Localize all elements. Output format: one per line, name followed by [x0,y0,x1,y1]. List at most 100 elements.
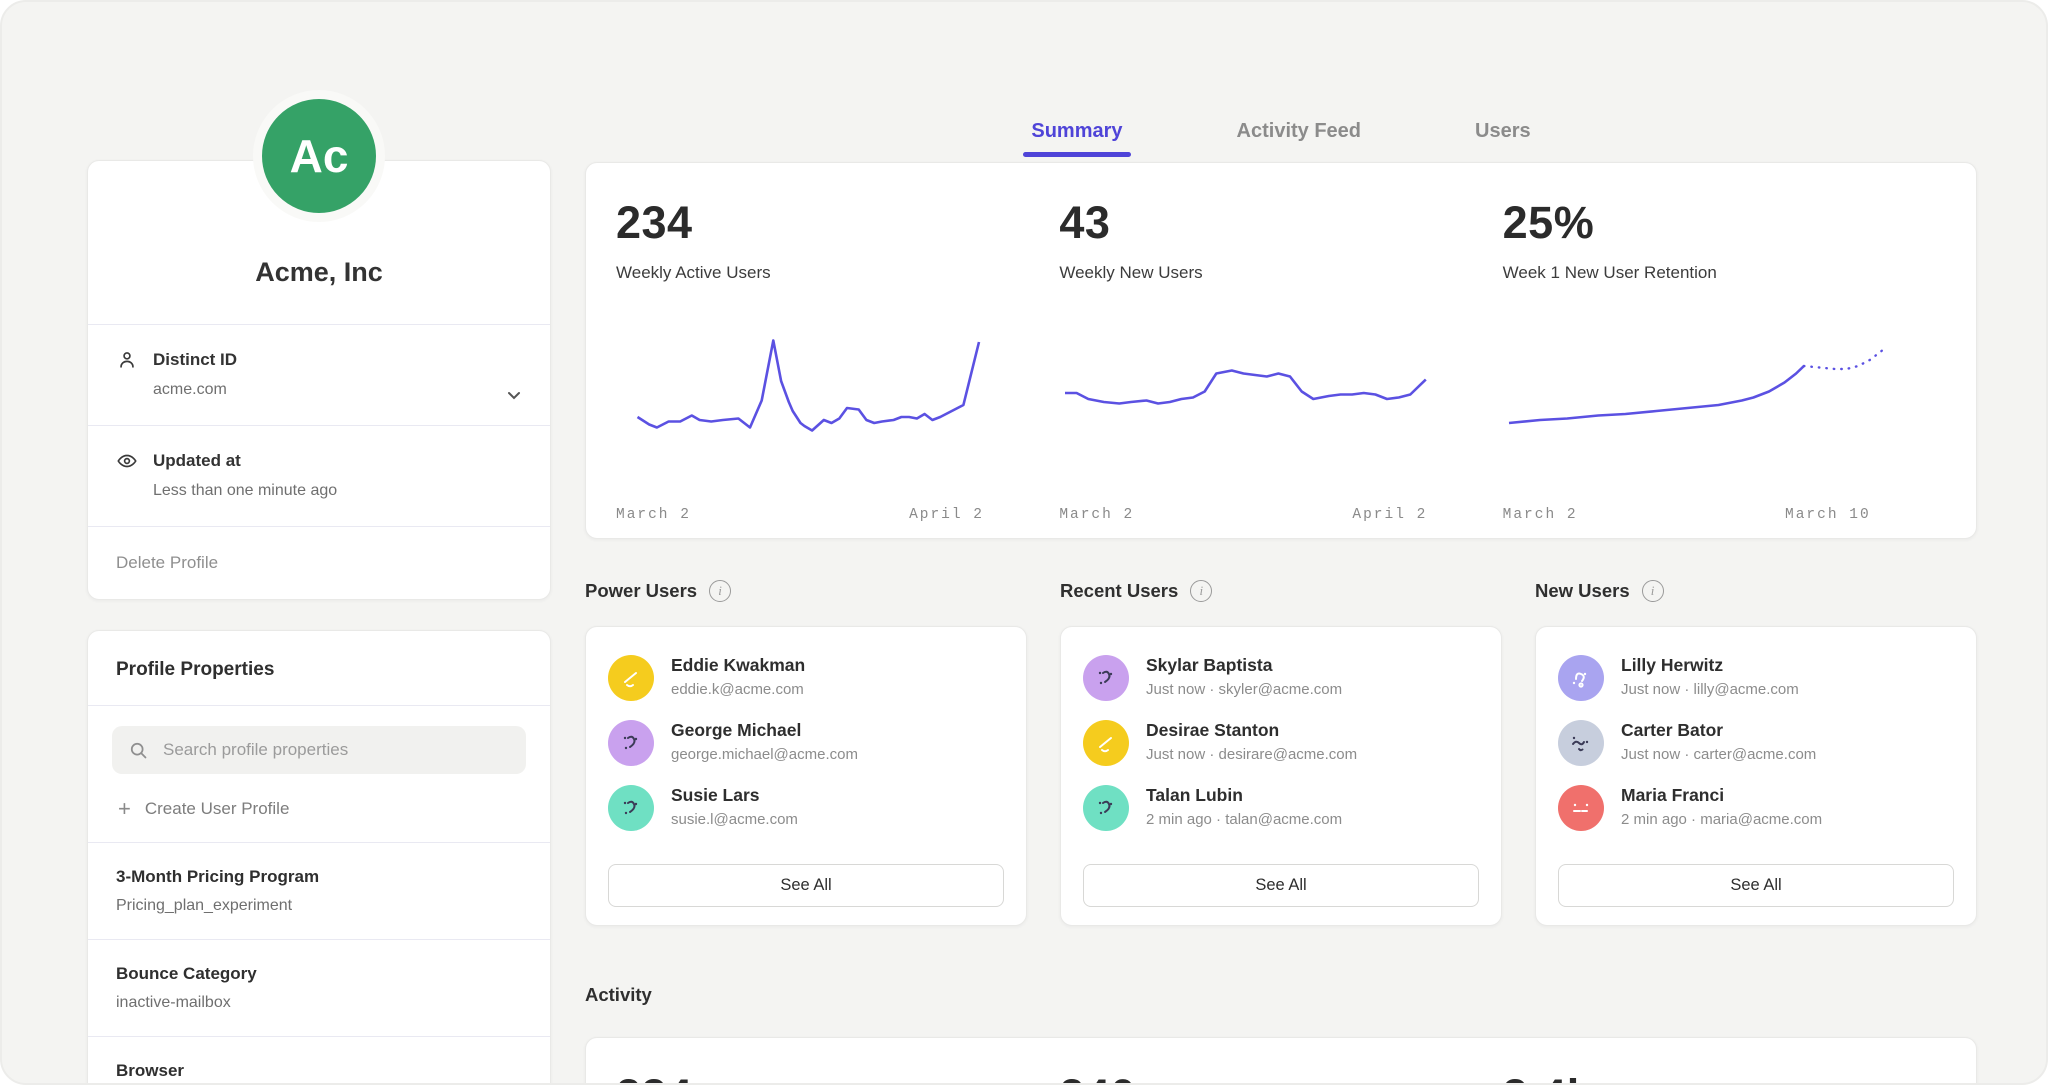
stat-week1-retention: 25% Week 1 New User Retention March 2 Ma… [1503,197,1946,523]
user-row[interactable]: Desirae Stanton Just now · desirare@acme… [1083,720,1479,766]
property-item: 3-Month Pricing Program Pricing_plan_exp… [88,843,550,939]
distinct-id-label: Distinct ID [153,350,237,370]
user-detail: susie.l@acme.com [671,811,798,828]
stat-value: 234 [616,197,1059,249]
user-name: Eddie Kwakman [671,655,805,676]
user-name: George Michael [671,720,858,741]
sparkline-chart [1059,321,1459,487]
user-row[interactable]: George Michael george.michael@acme.com [608,720,1004,766]
sidebar: Ac Acme, Inc Distinct ID acme.com [87,2,551,1085]
see-all-button[interactable]: See All [1558,864,1954,907]
user-detail: 2 min ago · maria@acme.com [1621,811,1822,828]
user-name: Susie Lars [671,785,798,806]
user-row[interactable]: Talan Lubin 2 min ago · talan@acme.com [1083,785,1479,831]
plus-icon: + [118,798,131,820]
x-tick-end: April 2 [1352,507,1427,523]
eye-icon [116,450,138,472]
chevron-down-icon[interactable] [504,385,524,410]
stat-weekly-active-users: 234 Weekly Active Users March 2 April 2 [616,197,1059,523]
property-label: 3-Month Pricing Program [116,867,522,887]
see-all-button[interactable]: See All [1083,864,1479,907]
org-avatar-initials: Ac [290,129,349,183]
updated-at-label: Updated at [153,451,241,471]
info-icon[interactable]: i [1642,580,1664,602]
property-item: Bounce Category inactive-mailbox [88,940,550,1036]
x-axis: March 2 March 10 [1503,507,1871,523]
user-detail: george.michael@acme.com [671,746,858,763]
user-name: Carter Bator [1621,720,1816,741]
user-avatar [608,720,654,766]
property-value: inactive-mailbox [116,994,522,1012]
user-avatar [608,655,654,701]
stat-weekly-new-users: 43 Weekly New Users March 2 April 2 [1059,197,1502,523]
sparkline-chart [616,321,1016,487]
user-detail: Just now · skyler@acme.com [1146,681,1342,698]
org-avatar: Ac [253,90,385,222]
org-avatar-wrap: Ac [253,90,385,222]
property-label: Browser [116,1061,522,1081]
stat-label: Week 1 New User Retention [1503,263,1946,283]
user-avatar [1083,785,1129,831]
user-avatar [1558,655,1604,701]
user-detail: Just now · lilly@acme.com [1621,681,1799,698]
section-title: New Users [1535,580,1630,602]
activity-stat: 234 [616,1070,1059,1085]
summary-stats-card: 234 Weekly Active Users March 2 April 2 … [585,162,1977,539]
profile-card: Acme, Inc Distinct ID acme.com [87,160,551,600]
user-detail: eddie.k@acme.com [671,681,805,698]
power-users-section: Power Users i Eddie Kwakman eddie.k@acme… [585,580,1027,926]
section-title: Power Users [585,580,697,602]
user-avatar [1558,720,1604,766]
tab-activity-feed[interactable]: Activity Feed [1231,120,1367,155]
tab-users[interactable]: Users [1469,120,1537,155]
user-row[interactable]: Eddie Kwakman eddie.k@acme.com [608,655,1004,701]
updated-at-row: Updated at Less than one minute ago [88,426,550,526]
activity-card: 234 240 3.4k [585,1037,1977,1085]
search-input[interactable] [161,739,510,761]
stat-value: 240 [1059,1070,1502,1085]
property-label: Bounce Category [116,964,522,984]
user-row[interactable]: Skylar Baptista Just now · skyler@acme.c… [1083,655,1479,701]
user-name: Desirae Stanton [1146,720,1357,741]
user-row[interactable]: Carter Bator Just now · carter@acme.com [1558,720,1954,766]
property-value: Pricing_plan_experiment [116,897,522,915]
app-frame: Ac Acme, Inc Distinct ID acme.com [0,0,2048,1085]
sparkline-chart [1503,321,1903,487]
x-axis: March 2 April 2 [1059,507,1427,523]
x-tick-end: March 10 [1785,507,1871,523]
info-icon[interactable]: i [1190,580,1212,602]
stat-value: 43 [1059,197,1502,249]
stat-value: 25% [1503,197,1946,249]
recent-users-section: Recent Users i Skylar Baptista Just now … [1060,580,1502,926]
stat-label: Weekly Active Users [616,263,1059,283]
activity-stat: 240 [1059,1070,1502,1085]
user-row[interactable]: Maria Franci 2 min ago · maria@acme.com [1558,785,1954,831]
new-users-card: Lilly Herwitz Just now · lilly@acme.com … [1535,626,1977,926]
tab-summary[interactable]: Summary [1025,120,1128,155]
divider [88,705,550,706]
user-detail: Just now · carter@acme.com [1621,746,1816,763]
search-icon [128,740,149,761]
distinct-id-row[interactable]: Distinct ID acme.com [88,325,550,425]
create-user-profile-label: Create User Profile [145,799,290,819]
delete-profile-button[interactable]: Delete Profile [88,527,550,599]
user-row[interactable]: Susie Lars susie.l@acme.com [608,785,1004,831]
property-item: Browser Chrome [88,1037,550,1085]
recent-users-card: Skylar Baptista Just now · skyler@acme.c… [1060,626,1502,926]
x-tick-start: March 2 [1059,507,1134,523]
person-icon [116,349,138,371]
x-tick-start: March 2 [616,507,691,523]
see-all-button[interactable]: See All [608,864,1004,907]
search-profile-properties[interactable] [112,726,526,774]
new-users-section: New Users i Lilly Herwitz Just now · lil… [1535,580,1977,926]
create-user-profile-button[interactable]: + Create User Profile [88,780,550,842]
user-row[interactable]: Lilly Herwitz Just now · lilly@acme.com [1558,655,1954,701]
info-icon[interactable]: i [709,580,731,602]
user-avatar [1558,785,1604,831]
power-users-card: Eddie Kwakman eddie.k@acme.com George Mi… [585,626,1027,926]
activity-stat: 3.4k [1503,1070,1946,1085]
section-title: Recent Users [1060,580,1178,602]
x-axis: March 2 April 2 [616,507,984,523]
user-detail: 2 min ago · talan@acme.com [1146,811,1342,828]
user-avatar [1083,655,1129,701]
